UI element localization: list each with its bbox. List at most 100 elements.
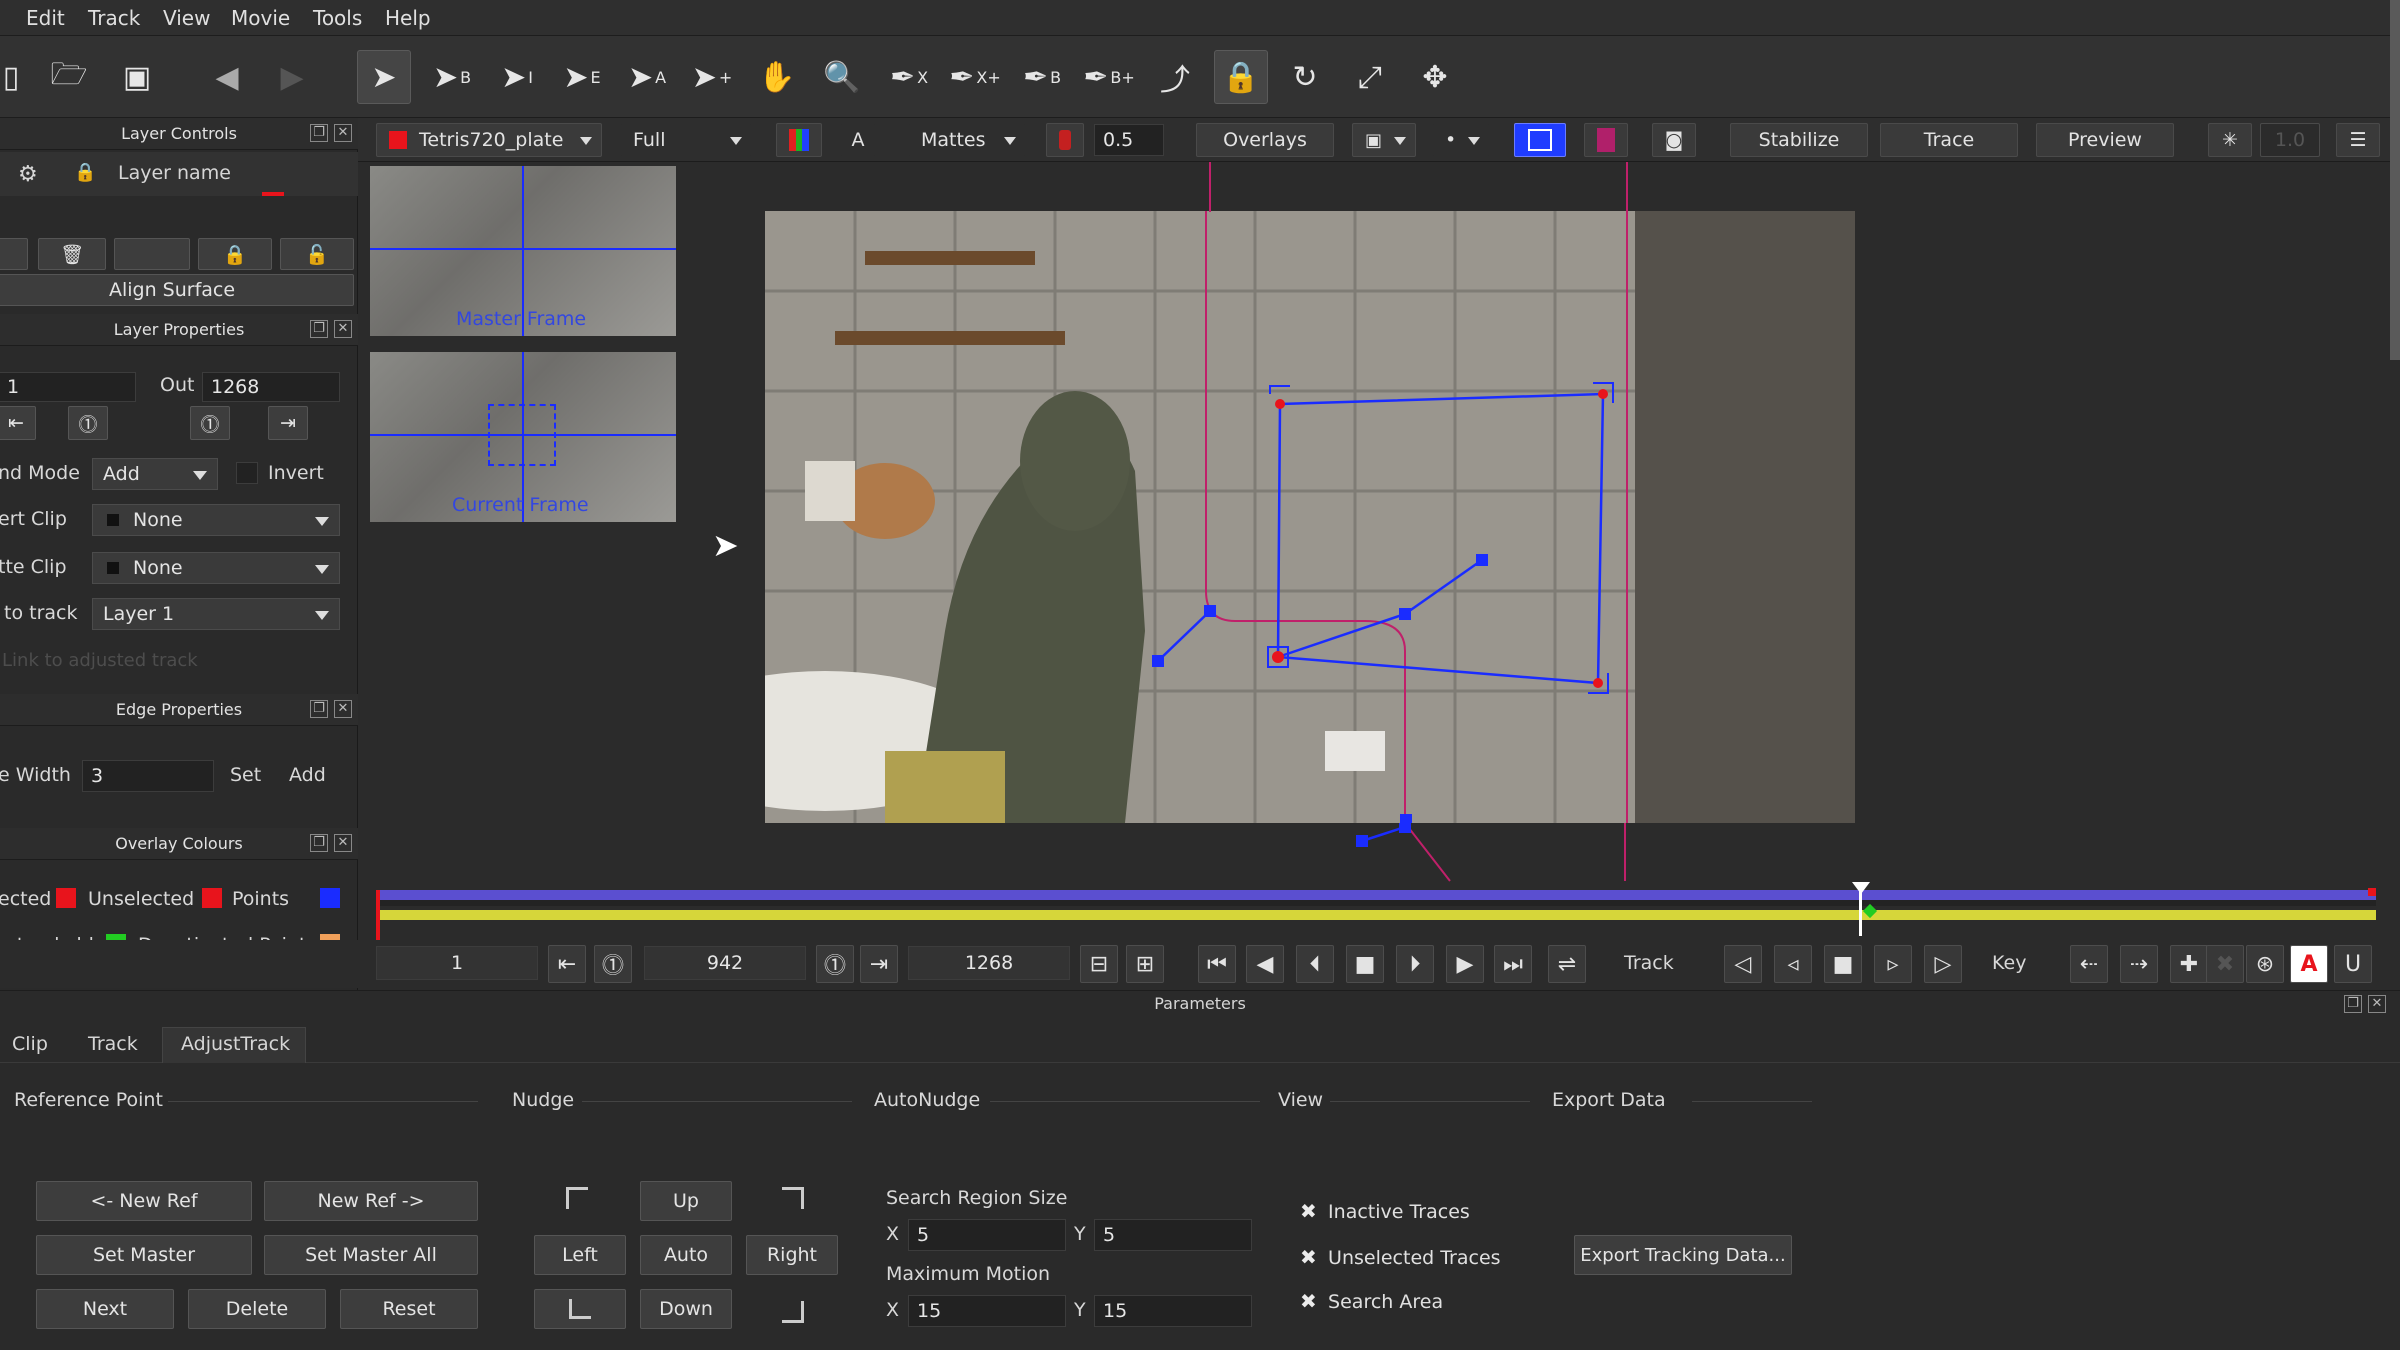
search-area-checkbox[interactable]: ✖ Search Area (1300, 1289, 1443, 1313)
select-e-tool-icon[interactable]: ➤ E (555, 50, 609, 104)
stabilize-button[interactable]: Stabilize (1730, 123, 1868, 157)
video-viewer[interactable] (765, 211, 1855, 823)
insert-clip-dropdown[interactable]: None (92, 504, 340, 536)
window-scrollbar[interactable] (2390, 0, 2400, 360)
float-panel-icon[interactable]: ❐ (310, 700, 328, 718)
menu-track[interactable]: Track (88, 6, 140, 30)
gear-icon[interactable]: ⚙ (18, 162, 38, 187)
preview-button[interactable]: Preview (2036, 123, 2174, 157)
layer-add-button[interactable] (0, 238, 28, 270)
bounce-range-icon[interactable]: ⊞ (1126, 945, 1164, 983)
goto-out-icon[interactable]: ⓵ (190, 406, 230, 440)
overlays-button[interactable]: Overlays (1196, 123, 1334, 157)
menu-edit[interactable]: Edit (26, 6, 65, 30)
select-tool-icon[interactable]: ➤ (357, 50, 411, 104)
mattes-dropdown[interactable]: Mattes (908, 123, 1026, 157)
playhead-handle[interactable] (1852, 882, 1870, 894)
snapshot-icon[interactable]: ◙ (1652, 123, 1696, 157)
menu-view[interactable]: View (163, 6, 210, 30)
goto-in-icon[interactable]: ⓵ (68, 406, 108, 440)
rgb-channels-icon[interactable] (776, 123, 822, 157)
all-keys-icon[interactable]: ⊛ (2246, 945, 2284, 983)
unselected-traces-checkbox[interactable]: ✖ Unselected Traces (1300, 1245, 1501, 1269)
reset-button[interactable]: Reset (340, 1289, 478, 1329)
zoom-field[interactable]: 1.0 (2260, 123, 2320, 157)
export-tracking-data-button[interactable]: Export Tracking Data... (1574, 1235, 1792, 1275)
track-stop-icon[interactable]: ■ (1824, 945, 1862, 983)
menu-help[interactable]: Help (385, 6, 431, 30)
step-back-icon[interactable]: ◀ (1246, 945, 1284, 983)
unlock-layer-icon[interactable]: 🔓 (280, 238, 354, 270)
layer-duplicate-button[interactable] (114, 238, 190, 270)
trace-button[interactable]: Trace (1880, 123, 2018, 157)
float-panel-icon[interactable]: ❐ (2344, 995, 2362, 1013)
nudge-top-left-icon[interactable] (566, 1187, 588, 1209)
delete-button[interactable]: Delete (188, 1289, 326, 1329)
stop-icon[interactable]: ■ (1346, 945, 1384, 983)
tab-track[interactable]: Track (88, 1033, 138, 1055)
trash-icon[interactable]: 🗑 (38, 238, 106, 270)
magenta-overlay-icon[interactable] (1584, 123, 1628, 157)
track-to-end-icon[interactable]: ▷ (1924, 945, 1962, 983)
set-out-icon[interactable]: ⇥ (268, 406, 308, 440)
opacity-field[interactable]: 0.5 (1094, 124, 1164, 156)
curve-tool-icon[interactable]: ⤴ (1148, 50, 1202, 104)
layers-view-dropdown[interactable]: ▣ (1352, 123, 1416, 157)
in-frame-field[interactable]: 1 (0, 372, 136, 402)
set-start-icon[interactable]: ⇤ (548, 945, 586, 983)
next-key-icon[interactable]: ⇢ (2120, 945, 2158, 983)
track-to-start-icon[interactable]: ◁ (1724, 945, 1762, 983)
select-b-tool-icon[interactable]: ➤ B (425, 50, 479, 104)
tab-clip[interactable]: Clip (12, 1033, 48, 1055)
edge-width-field[interactable]: 3 (82, 760, 214, 792)
quality-dropdown[interactable]: Full (620, 123, 752, 157)
play-icon[interactable]: ▶ (1446, 945, 1484, 983)
save-icon[interactable]: ▣ (110, 50, 164, 104)
max-motion-y-field[interactable]: 15 (1094, 1295, 1252, 1327)
matte-color-icon[interactable] (1046, 123, 1084, 157)
hand-pan-icon[interactable]: ✋ (750, 50, 804, 104)
add-key-icon[interactable]: ✚ (2170, 945, 2208, 983)
nudge-up-button[interactable]: Up (640, 1181, 732, 1221)
fit-frame-icon[interactable] (1514, 123, 1566, 157)
menu-movie[interactable]: Movie (231, 6, 290, 30)
track-forward-icon[interactable]: ▹ (1874, 945, 1912, 983)
edge-set-button[interactable]: Set (230, 764, 261, 786)
close-panel-icon[interactable]: ✕ (334, 124, 352, 142)
redo-icon[interactable]: ▶ (265, 50, 319, 104)
lock-tool-icon[interactable]: 🔒 (1214, 50, 1268, 104)
menu-tools[interactable]: Tools (313, 6, 362, 30)
nudge-bottom-right-icon[interactable] (782, 1301, 804, 1323)
goto-end-frame-icon[interactable]: ⓵ (816, 945, 854, 983)
search-region-x-field[interactable]: 5 (908, 1219, 1066, 1251)
set-in-icon[interactable]: ⇤ (0, 406, 36, 440)
add-point-tool-icon[interactable]: ➤ + (685, 50, 739, 104)
current-frame-field[interactable]: 942 (644, 946, 806, 980)
new-ref-back-button[interactable]: <- New Ref (36, 1181, 252, 1221)
blend-mode-dropdown[interactable]: Add (92, 458, 218, 490)
settings-star-icon[interactable]: ✳ (2208, 123, 2252, 157)
tab-adjusttrack[interactable]: AdjustTrack (162, 1027, 306, 1063)
out-frame-field[interactable]: 1268 (202, 372, 340, 402)
nudge-down-button[interactable]: Down (640, 1289, 732, 1329)
invert-checkbox[interactable] (236, 462, 258, 484)
pen-b-tool-icon[interactable]: ✒ B (1015, 50, 1069, 104)
nudge-bottom-left-button[interactable] (534, 1289, 626, 1329)
lock-icon[interactable]: 🔒 (74, 162, 96, 183)
matte-clip-dropdown[interactable]: None (92, 552, 340, 584)
zoom-magnifier-icon[interactable]: 🔍 (815, 50, 869, 104)
edge-add-button[interactable]: Add (289, 764, 326, 786)
nudge-right-button[interactable]: Right (746, 1235, 838, 1275)
nudge-auto-button[interactable]: Auto (640, 1235, 732, 1275)
close-panel-icon[interactable]: ✕ (334, 320, 352, 338)
clip-selector[interactable]: Tetris720_plate (376, 123, 602, 157)
scale-icon[interactable]: ⤢ (1343, 50, 1397, 104)
magnet-icon[interactable]: U (2334, 945, 2372, 983)
float-panel-icon[interactable]: ❐ (310, 124, 328, 142)
autokey-a-button[interactable]: A (2290, 945, 2328, 983)
step-forward-icon[interactable]: ⏵ (1396, 945, 1434, 983)
pen-x-tool-icon[interactable]: ✒ X (882, 50, 936, 104)
close-panel-icon[interactable]: ✕ (334, 834, 352, 852)
undo-icon[interactable]: ◀ (200, 50, 254, 104)
loop-icon[interactable]: ⇌ (1548, 945, 1586, 983)
